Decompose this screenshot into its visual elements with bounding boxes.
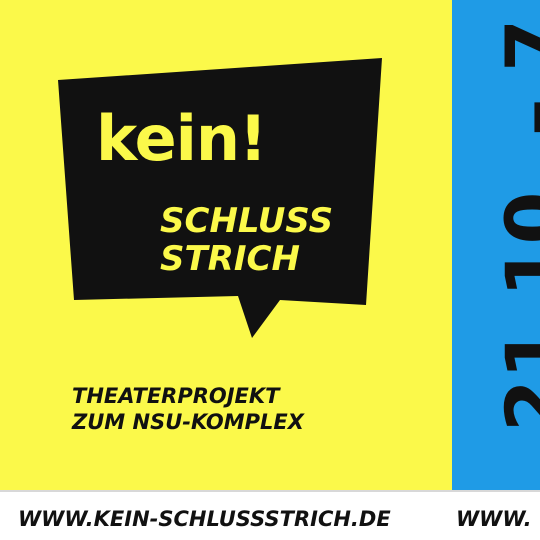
logo-word-strich: STRICH <box>160 239 300 279</box>
date-strip: 21.10. – 7.11.2 <box>452 0 540 490</box>
logo-word-kein: kein! <box>96 102 267 175</box>
date-range: 21.10. – 7.11.2 <box>489 0 540 432</box>
footer-bar: WWW.KEIN-SCHLUSSSTRICH.DE WWW. <box>0 490 540 540</box>
tagline-line-2: ZUM NSU-KOMPLEX <box>72 410 304 434</box>
footer-divider <box>0 490 540 492</box>
tagline-line-1: THEATERPROJEKT <box>72 384 280 408</box>
poster: kein! SCHLUSS STRICH THEATERPROJEKT ZUM … <box>0 0 540 540</box>
website-url: WWW.KEIN-SCHLUSSSTRICH.DE <box>18 507 391 531</box>
website-url-repeat: WWW. <box>456 507 532 531</box>
logo-word-schluss: SCHLUSS <box>160 201 334 241</box>
